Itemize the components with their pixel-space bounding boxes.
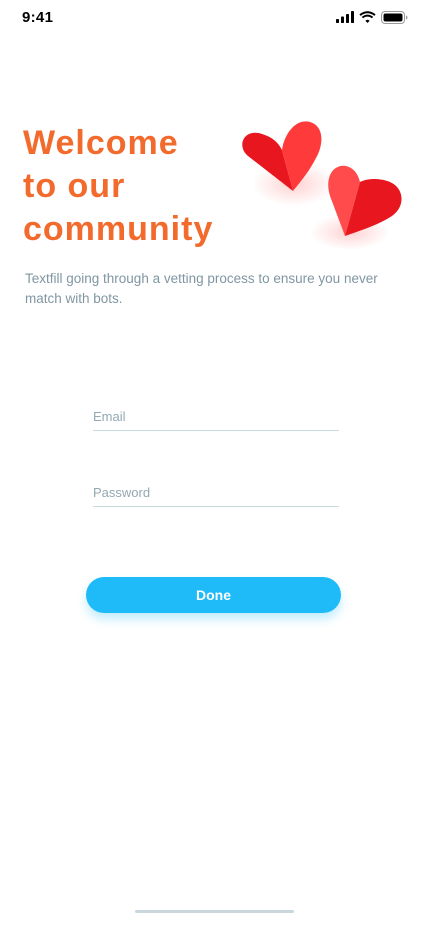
done-button[interactable]: Done — [86, 577, 341, 613]
email-field-container — [93, 406, 339, 431]
welcome-title-line: to our — [23, 167, 126, 205]
status-time: 9:41 — [22, 9, 54, 26]
welcome-title: Welcome to our community — [23, 122, 213, 251]
cellular-signal-icon — [336, 11, 354, 23]
status-icons — [336, 10, 408, 24]
battery-icon — [381, 10, 408, 24]
welcome-subtitle: Textfill going through a vetting process… — [25, 271, 378, 306]
home-indicator — [135, 910, 294, 913]
hearts-icon — [232, 112, 412, 252]
email-field[interactable] — [93, 406, 339, 426]
welcome-title-line: community — [23, 210, 214, 248]
wifi-icon — [359, 11, 376, 23]
welcome-title-line: Welcome — [23, 124, 179, 162]
password-field-container — [93, 482, 339, 507]
status-bar: 9:41 — [0, 0, 428, 44]
password-field[interactable] — [93, 482, 339, 502]
